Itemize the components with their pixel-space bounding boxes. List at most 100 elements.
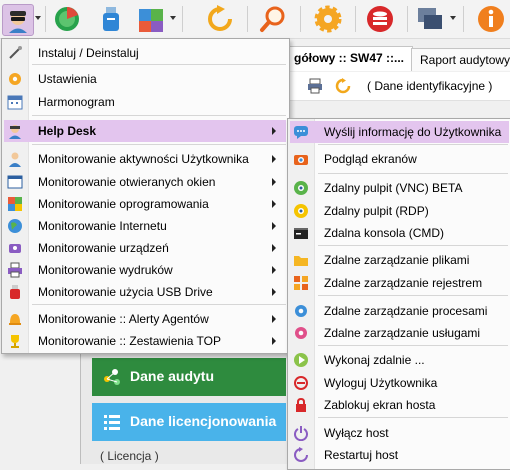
audit-data-label: Dane audytu <box>130 368 215 384</box>
identification-label[interactable]: ( Dane identyfikacyjne ) <box>367 79 492 93</box>
menu-item-7[interactable]: Monitorowanie Internetu <box>4 215 286 237</box>
menu-item-12[interactable]: Monitorowanie :: Zestawienia TOP <box>4 330 286 352</box>
refresh-icon[interactable] <box>205 4 235 34</box>
menu-item-1[interactable]: Ustawienia <box>4 68 286 90</box>
menu-item-11[interactable]: Monitorowanie :: Alerty Agentów <box>4 308 286 330</box>
license-footer: ( Licencja ) <box>100 449 159 463</box>
audit-data-button[interactable]: Dane audytu <box>92 358 286 396</box>
calendar-icon <box>7 94 23 110</box>
chevron-right-icon <box>272 337 276 345</box>
run-icon <box>293 352 309 368</box>
chevron-down-icon[interactable] <box>35 16 41 20</box>
rdp-icon <box>293 203 309 219</box>
submenu-item-4[interactable]: Zdalna konsola (CMD) <box>290 222 509 244</box>
menu-item-label: Help Desk <box>38 124 97 138</box>
chevron-right-icon <box>272 222 276 230</box>
message-icon <box>293 124 309 140</box>
submenu-item-8[interactable]: Zdalne zarządzanie usługami <box>290 322 509 344</box>
chevron-right-icon <box>272 315 276 323</box>
refresh-icon[interactable] <box>335 78 351 97</box>
submenu-item-11[interactable]: Zablokuj ekran hosta <box>290 394 509 416</box>
helpdesk-submenu: Wyślij informację do Użytkownika Podgląd … <box>287 118 510 470</box>
submenu-item-7[interactable]: Zdalne zarządzanie procesami <box>290 300 509 322</box>
folder-icon <box>293 252 309 268</box>
main-dropdown-menu: Instaluj / Deinstaluj Ustawienia Harmonogr… <box>1 38 290 354</box>
helpdesk-icon <box>7 123 23 139</box>
menu-item-label: Monitorowanie oprogramowania <box>38 197 209 211</box>
tab-audit-report[interactable]: Raport audytowy <box>411 48 510 71</box>
usb-icon <box>7 284 23 300</box>
submenu-item-0[interactable]: Wyślij informację do Użytkownika <box>290 121 509 143</box>
toolbar-separator <box>300 6 301 32</box>
camera-icon <box>293 151 309 167</box>
database-icon[interactable] <box>365 4 395 34</box>
chevron-down-icon[interactable] <box>170 16 176 20</box>
radar-icon[interactable] <box>52 4 82 34</box>
software-icon <box>7 196 23 212</box>
puzzle-icon[interactable] <box>136 4 166 34</box>
menu-item-label: Monitorowanie Internetu <box>38 219 167 233</box>
submenu-item-1[interactable]: Podgląd ekranów <box>290 148 509 170</box>
submenu-item-13[interactable]: Restartuj host <box>290 444 509 466</box>
menu-item-label: Monitorowanie otwieranych okien <box>38 175 216 189</box>
logout-icon <box>293 375 309 391</box>
menu-item-label: Monitorowanie aktywności Użytkownika <box>38 152 249 166</box>
license-data-button[interactable]: Dane licencjonowania <box>92 403 286 441</box>
submenu-item-3[interactable]: Zdalny pulpit (RDP) <box>290 200 509 222</box>
chevron-down-icon[interactable] <box>450 16 456 20</box>
chevron-right-icon <box>272 178 276 186</box>
submenu-item-9[interactable]: Wykonaj zdalnie ... <box>290 349 509 371</box>
gear-icon[interactable] <box>313 4 343 34</box>
submenu-item-5[interactable]: Zdalne zarządzanie plikami <box>290 249 509 271</box>
menu-item-2[interactable]: Harmonogram <box>4 91 286 113</box>
menu-item-label: Wyłącz host <box>324 426 389 440</box>
detail-subbar: ( Dane identyfikacyjne ) <box>285 72 510 101</box>
menu-item-label: Wyloguj Użytkownika <box>324 376 438 390</box>
chevron-right-icon <box>272 127 276 135</box>
user-activity-icon <box>7 151 23 167</box>
windows-icon[interactable] <box>415 4 445 34</box>
chevron-right-icon <box>272 266 276 274</box>
menu-item-label: Wyślij informację do Użytkownika <box>324 125 502 139</box>
devices-icon <box>7 240 23 256</box>
menu-item-5[interactable]: Monitorowanie otwieranych okien <box>4 171 286 193</box>
search-icon[interactable] <box>258 4 288 34</box>
menu-item-3[interactable]: Help Desk <box>4 120 286 142</box>
submenu-item-2[interactable]: Zdalny pulpit (VNC) BETA <box>290 177 509 199</box>
lock-icon <box>293 397 309 413</box>
info-icon[interactable] <box>476 4 506 34</box>
submenu-item-12[interactable]: Wyłącz host <box>290 422 509 444</box>
console-icon <box>293 225 309 241</box>
submenu-item-10[interactable]: Wyloguj Użytkownika <box>290 372 509 394</box>
process-icon <box>293 303 309 319</box>
bell-icon <box>7 311 23 327</box>
menu-separator <box>318 173 508 174</box>
list-icon <box>102 412 122 435</box>
menu-item-0[interactable]: Instaluj / Deinstaluj <box>4 42 286 64</box>
menu-item-label: Instaluj / Deinstaluj <box>38 46 139 60</box>
menu-icon-gutter <box>288 119 315 469</box>
toolbar-separator <box>182 6 183 32</box>
menu-item-6[interactable]: Monitorowanie oprogramowania <box>4 193 286 215</box>
menu-item-label: Monitorowanie :: Zestawienia TOP <box>38 334 221 348</box>
menu-item-label: Zdalne zarządzanie rejestrem <box>324 276 483 290</box>
menu-item-10[interactable]: Monitorowanie użycia USB Drive <box>4 281 286 303</box>
menu-item-label: Harmonogram <box>38 95 115 109</box>
menu-item-label: Monitorowanie urządzeń <box>38 241 169 255</box>
toolbar-separator <box>45 6 46 32</box>
menu-item-label: Monitorowanie wydruków <box>38 263 173 277</box>
submenu-item-6[interactable]: Zdalne zarządzanie rejestrem <box>290 272 509 294</box>
agent-icon[interactable] <box>2 4 34 36</box>
menu-separator <box>32 304 286 305</box>
menu-item-8[interactable]: Monitorowanie urządzeń <box>4 237 286 259</box>
tab-active[interactable]: gółowy :: SW47 ::... <box>285 46 413 71</box>
usb-drive-icon[interactable] <box>96 4 126 34</box>
menu-item-4[interactable]: Monitorowanie aktywności Użytkownika <box>4 148 286 170</box>
menu-separator <box>318 245 508 246</box>
printer-icon[interactable] <box>307 78 323 97</box>
menu-item-9[interactable]: Monitorowanie wydruków <box>4 259 286 281</box>
menu-item-label: Zdalny pulpit (RDP) <box>324 204 429 218</box>
menu-item-label: Wykonaj zdalnie ... <box>324 353 425 367</box>
restart-icon <box>293 447 309 463</box>
chevron-right-icon <box>272 288 276 296</box>
